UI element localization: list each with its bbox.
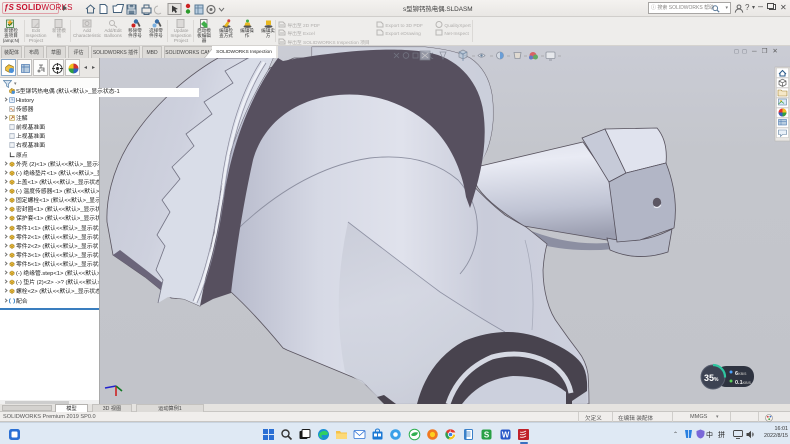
svg-text:W: W — [501, 431, 509, 440]
svg-text:S: S — [484, 431, 490, 440]
